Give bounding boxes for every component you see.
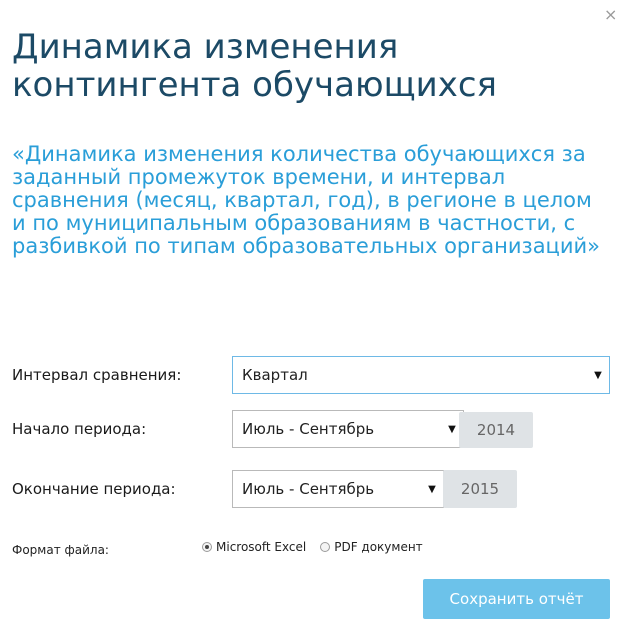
interval-label: Интервал сравнения:	[12, 366, 182, 384]
dialog-title: Динамика изменения контингента обучающих…	[12, 27, 497, 105]
close-icon[interactable]: ×	[604, 6, 618, 24]
end-period-row: Окончание периода: Июль - Сентябрь ▼ 201…	[12, 470, 612, 508]
save-report-button[interactable]: Сохранить отчёт	[423, 579, 610, 619]
end-year-field[interactable]: 2015	[443, 470, 517, 508]
excel-radio[interactable]	[202, 542, 212, 552]
pdf-radio[interactable]	[320, 542, 331, 552]
start-period-select-value: Июль - Сентябрь	[242, 420, 375, 438]
end-period-label: Окончание периода:	[12, 480, 176, 498]
chevron-down-icon: ▼	[428, 483, 436, 495]
excel-option-label[interactable]: Microsoft Excel	[216, 540, 306, 554]
file-format-options: Microsoft Excel PDF документ	[202, 540, 423, 554]
dialog-description: «Динамика изменения количества обучающих…	[12, 142, 600, 258]
interval-select[interactable]: Квартал ▼	[232, 356, 610, 394]
file-format-label: Формат файла:	[12, 543, 109, 557]
end-period-select[interactable]: Июль - Сентябрь ▼	[232, 470, 444, 508]
start-period-select[interactable]: Июль - Сентябрь ▼	[232, 410, 464, 448]
interval-select-value: Квартал	[242, 366, 308, 384]
chevron-down-icon: ▼	[594, 369, 602, 381]
interval-row: Интервал сравнения: Квартал ▼	[12, 356, 612, 394]
end-period-select-value: Июль - Сентябрь	[242, 480, 375, 498]
pdf-option-label[interactable]: PDF документ	[334, 540, 422, 554]
start-year-field[interactable]: 2014	[459, 412, 533, 448]
start-period-row: Начало периода: Июль - Сентябрь ▼ 2014	[12, 410, 612, 448]
start-period-label: Начало периода:	[12, 420, 147, 438]
